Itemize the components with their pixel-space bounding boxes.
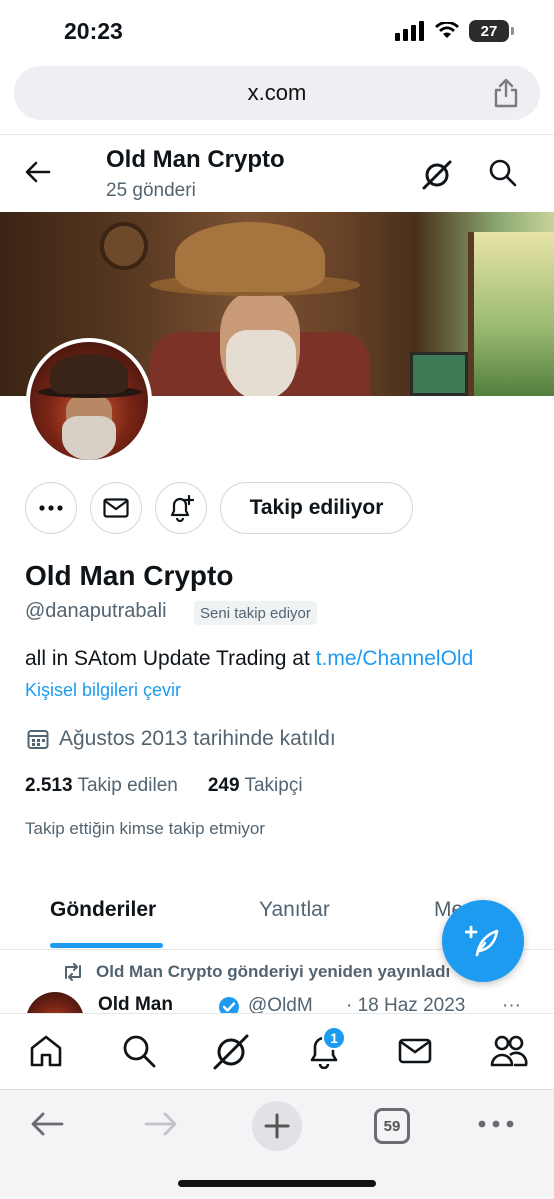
envelope-icon (103, 498, 129, 518)
profile-avatar[interactable] (26, 338, 152, 464)
url-text: x.com (247, 80, 307, 105)
notify-button[interactable] (155, 482, 207, 534)
message-button[interactable] (90, 482, 142, 534)
tab-replies[interactable]: Yanıtlar (259, 898, 330, 922)
following-stat[interactable]: 2.513 Takip edilen (25, 775, 178, 797)
followers-stat[interactable]: 249 Takipçi (208, 775, 303, 797)
compose-button[interactable] (442, 900, 524, 982)
search-icon[interactable] (121, 1033, 157, 1069)
communities-icon[interactable] (490, 1033, 528, 1069)
back-arrow-icon[interactable] (24, 158, 52, 186)
wifi-icon (435, 22, 459, 38)
app-bottom-nav: 1 (0, 1013, 554, 1089)
browser-back-icon[interactable] (30, 1110, 64, 1138)
battery-icon: 27 (469, 20, 514, 42)
grok-icon[interactable] (212, 1033, 250, 1071)
address-bar[interactable]: x.com (14, 66, 540, 120)
home-indicator (178, 1180, 376, 1187)
active-tab-indicator (50, 943, 163, 948)
follow-stats: 2.513 Takip edilen 249 Takipçi (25, 775, 303, 797)
followers-label: Takipçi (244, 775, 303, 796)
followers-count: 249 (207, 775, 240, 796)
mutual-followers-text: Takip ettiğin kimse takip etmiyor (25, 819, 265, 838)
tabs-switcher-button[interactable]: 59 (374, 1108, 410, 1144)
calendar-icon (27, 730, 49, 749)
translate-bio-link[interactable]: Kişisel bilgileri çevir (25, 680, 181, 701)
following-label: Takip edilen (77, 775, 178, 796)
compose-feather-icon (465, 925, 499, 957)
repost-indicator[interactable]: Old Man Crypto gönderiyi yeniden yayınla… (62, 962, 450, 982)
status-indicators: 27 (395, 20, 514, 42)
browser-menu-dots-icon[interactable] (478, 1120, 514, 1128)
home-icon[interactable] (28, 1033, 64, 1069)
more-dots-icon (39, 505, 63, 511)
search-icon[interactable] (488, 158, 518, 188)
following-count: 2.513 (25, 775, 73, 796)
tab-posts[interactable]: Gönderiler (50, 898, 156, 922)
status-time: 20:23 (64, 18, 123, 44)
profile-handle: @danaputrabali (25, 600, 167, 622)
grok-icon[interactable] (420, 158, 454, 192)
share-icon[interactable] (492, 78, 520, 108)
repost-text: Old Man Crypto gönderiyi yeniden yayınla… (96, 962, 451, 981)
repost-icon (65, 963, 81, 981)
battery-level: 27 (469, 20, 509, 42)
following-button[interactable]: Takip ediliyor (220, 482, 413, 534)
browser-forward-icon[interactable] (144, 1110, 178, 1138)
more-options-button[interactable] (25, 482, 77, 534)
bio-text: all in SAtom Update Trading at (25, 647, 316, 670)
new-tab-button[interactable] (252, 1101, 302, 1151)
join-date: Ağustos 2013 tarihinde katıldı (27, 727, 336, 751)
bell-plus-icon (170, 494, 194, 522)
bio-link[interactable]: t.me/ChannelOld (316, 647, 474, 670)
header-title: Old Man Crypto (106, 146, 285, 173)
profile-name: Old Man Crypto (25, 560, 234, 591)
header-post-count: 25 gönderi (106, 180, 196, 201)
messages-envelope-icon[interactable] (397, 1033, 433, 1069)
cellular-signal-icon (395, 21, 424, 41)
profile-bio: all in SAtom Update Trading at t.me/Chan… (25, 647, 473, 671)
plus-icon (264, 1113, 290, 1139)
join-date-text: Ağustos 2013 tarihinde katıldı (59, 727, 336, 750)
notification-count-badge: 1 (322, 1026, 346, 1050)
follows-you-badge: Seni takip ediyor (194, 601, 317, 625)
divider (0, 134, 554, 135)
